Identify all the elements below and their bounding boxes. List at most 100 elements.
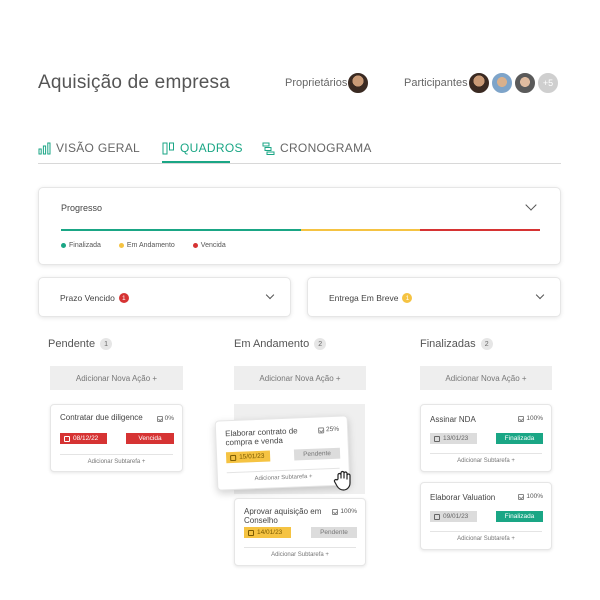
column-title-pendente: Pendente 1 [48,338,113,350]
progress-segment [300,229,421,231]
due-date-chip[interactable]: 15/01/23 [225,450,271,464]
filter-overdue-label: Prazo Vencido 1 [60,293,129,303]
tab-bar: VISÃO GERAL QUADROS CRONOGRAMA [38,140,561,164]
column-title-text: Pendente [48,338,96,350]
check-icon [156,415,163,422]
tab-label: CRONOGRAMA [280,141,372,155]
due-date-chip[interactable]: 13/01/23 [430,433,477,444]
owner-avatar[interactable] [347,72,369,94]
filter-overdue[interactable]: Prazo Vencido 1 [38,277,291,317]
add-action-button[interactable]: Adicionar Nova Ação + [50,366,183,390]
chevron-down-icon[interactable] [535,290,545,300]
legend-label: Em Andamento [126,242,175,249]
bar-chart-icon [38,142,51,154]
status-badge: Pendente [311,527,357,538]
add-action-button[interactable]: Adicionar Nova Ação + [420,366,552,390]
filter-due-soon[interactable]: Entrega Em Breve 1 [307,277,561,317]
due-date-chip[interactable]: 09/01/23 [430,511,477,522]
task-card[interactable]: Contratar due diligence 0% 08/12/22 Venc… [50,404,183,472]
active-tab-indicator [162,161,230,163]
due-date: 15/01/23 [238,452,265,461]
legend-label: Vencida [200,242,226,249]
task-percent: 0% [164,415,174,422]
task-title: Contratar due diligence [60,413,143,422]
task-card[interactable]: Aprovar aquisição em Conselho 100% 14/01… [234,498,366,566]
divider [430,531,542,532]
task-percent: 100% [340,508,357,515]
status-badge: Finalizada [496,511,543,522]
task-progress: 100% [518,415,543,422]
progress-bar [61,229,540,231]
board-icon [162,142,174,154]
task-card[interactable]: Elaborar Valuation 100% 09/01/23 Finaliz… [420,482,552,550]
column-title-text: Em Andamento [234,338,310,350]
filter-label-text: Entrega Em Breve [329,293,399,303]
task-card[interactable]: Assinar NDA 100% 13/01/23 Finalizada Adi… [420,404,552,472]
task-progress: 0% [156,415,174,422]
tab-timeline[interactable]: CRONOGRAMA [262,140,372,156]
progress-segment [420,229,540,231]
chevron-down-icon[interactable] [525,199,537,211]
column-title-text: Finalizadas [420,338,476,350]
due-date-chip[interactable]: 08/12/22 [60,433,107,444]
column-title-em-andamento: Em Andamento 2 [234,338,327,350]
grab-hand-icon [333,470,351,491]
filter-label-text: Prazo Vencido [60,293,115,303]
chevron-down-icon[interactable] [265,290,275,300]
calendar-icon [248,529,254,536]
participant-avatar[interactable] [491,72,513,94]
legend-item-vencida: Vencida [192,242,226,249]
task-title: Aprovar aquisição em Conselho [244,507,322,525]
page-title: Aquisição de empresa [38,72,230,93]
progress-legend: Finalizada Em Andamento Vencida [61,242,226,249]
task-title: Assinar NDA [430,415,476,424]
due-date-chip[interactable]: 14/01/23 [244,527,291,538]
task-card[interactable]: Elaborar contrato de compra e venda 25% … [214,415,351,491]
add-subtask-link[interactable]: Adicionar Subtarefa + [51,459,182,465]
column-count: 2 [480,338,493,350]
progress-title: Progresso [61,203,103,213]
due-soon-count-badge: 1 [402,293,413,303]
add-subtask-link[interactable]: Adicionar Subtarefa + [235,552,365,558]
tab-label: QUADROS [180,141,243,155]
overdue-count-badge: 1 [118,293,129,303]
status-badge: Vencida [126,433,174,444]
task-percent: 100% [526,493,543,500]
legend-dot [61,243,66,248]
task-progress: 25% [317,425,340,434]
check-icon [332,508,339,515]
due-date: 14/01/23 [257,529,283,536]
timeline-icon [262,142,275,155]
calendar-icon [64,435,70,442]
tab-overview[interactable]: VISÃO GERAL [38,140,140,156]
add-subtask-link[interactable]: Adicionar Subtarefa + [421,458,551,464]
owners-label: Proprietários: [285,77,351,89]
check-icon [317,426,325,434]
due-date: 13/01/23 [443,435,469,442]
tab-boards[interactable]: QUADROS [162,140,243,156]
add-subtask-link[interactable]: Adicionar Subtarefa + [421,536,551,542]
task-percent: 25% [325,425,340,434]
column-title-finalizadas: Finalizadas 2 [420,338,493,350]
column-count: 2 [314,338,327,350]
task-title: Elaborar contrato de compra e venda [225,426,298,448]
legend-label: Finalizada [69,242,101,249]
task-title: Elaborar Valuation [430,493,496,502]
add-subtask-link[interactable]: Adicionar Subtarefa + [218,472,349,483]
participants-label: Participantes: [404,77,471,89]
tab-label: VISÃO GERAL [56,141,140,155]
more-participants-badge[interactable]: +5 [537,72,559,94]
due-date: 08/12/22 [73,435,99,442]
status-badge: Pendente [293,447,341,461]
calendar-icon [434,513,440,520]
participant-avatar[interactable] [468,72,490,94]
calendar-icon [230,454,237,461]
check-icon [518,415,525,422]
task-progress: 100% [518,493,543,500]
participant-avatar[interactable] [514,72,536,94]
add-action-button[interactable]: Adicionar Nova Ação + [234,366,366,390]
filter-due-soon-label: Entrega Em Breve 1 [329,293,413,303]
progress-segment [61,229,301,231]
legend-item-em-andamento: Em Andamento [118,242,175,249]
divider [430,453,542,454]
